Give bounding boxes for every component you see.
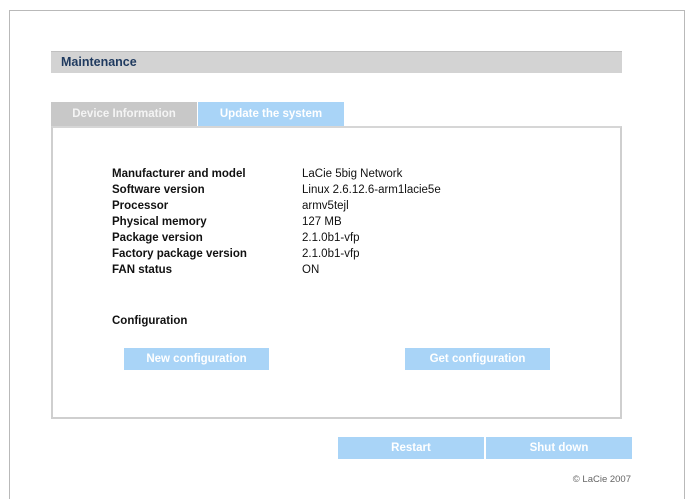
- configuration-title: Configuration: [112, 315, 188, 327]
- restart-button[interactable]: Restart: [338, 437, 484, 459]
- info-label: Software version: [112, 184, 205, 196]
- info-value: 2.1.0b1-vfp: [302, 232, 360, 244]
- info-value: LaCie 5big Network: [302, 168, 403, 180]
- tab-update-the-system[interactable]: Update the system: [198, 102, 344, 126]
- info-value: 2.1.0b1-vfp: [302, 248, 360, 260]
- info-label: Factory package version: [112, 248, 247, 260]
- tab-device-information[interactable]: Device Information: [51, 102, 197, 126]
- copyright-text: © LaCie 2007: [572, 474, 631, 485]
- info-label: Processor: [112, 200, 169, 212]
- info-label: Manufacturer and model: [112, 168, 246, 180]
- info-label: FAN status: [112, 264, 173, 276]
- info-value: Linux 2.6.12.6-arm1lacie5e: [302, 184, 441, 196]
- section-header: Maintenance: [51, 51, 622, 73]
- page-title: Maintenance: [61, 55, 137, 69]
- info-label: Physical memory: [112, 216, 207, 228]
- get-configuration-button[interactable]: Get configuration: [405, 348, 550, 370]
- info-value: 127 MB: [302, 216, 342, 228]
- info-value: armv5tejl: [302, 200, 349, 212]
- info-value: ON: [302, 264, 320, 276]
- shut-down-button[interactable]: Shut down: [486, 437, 632, 459]
- new-configuration-button[interactable]: New configuration: [124, 348, 269, 370]
- info-label: Package version: [112, 232, 203, 244]
